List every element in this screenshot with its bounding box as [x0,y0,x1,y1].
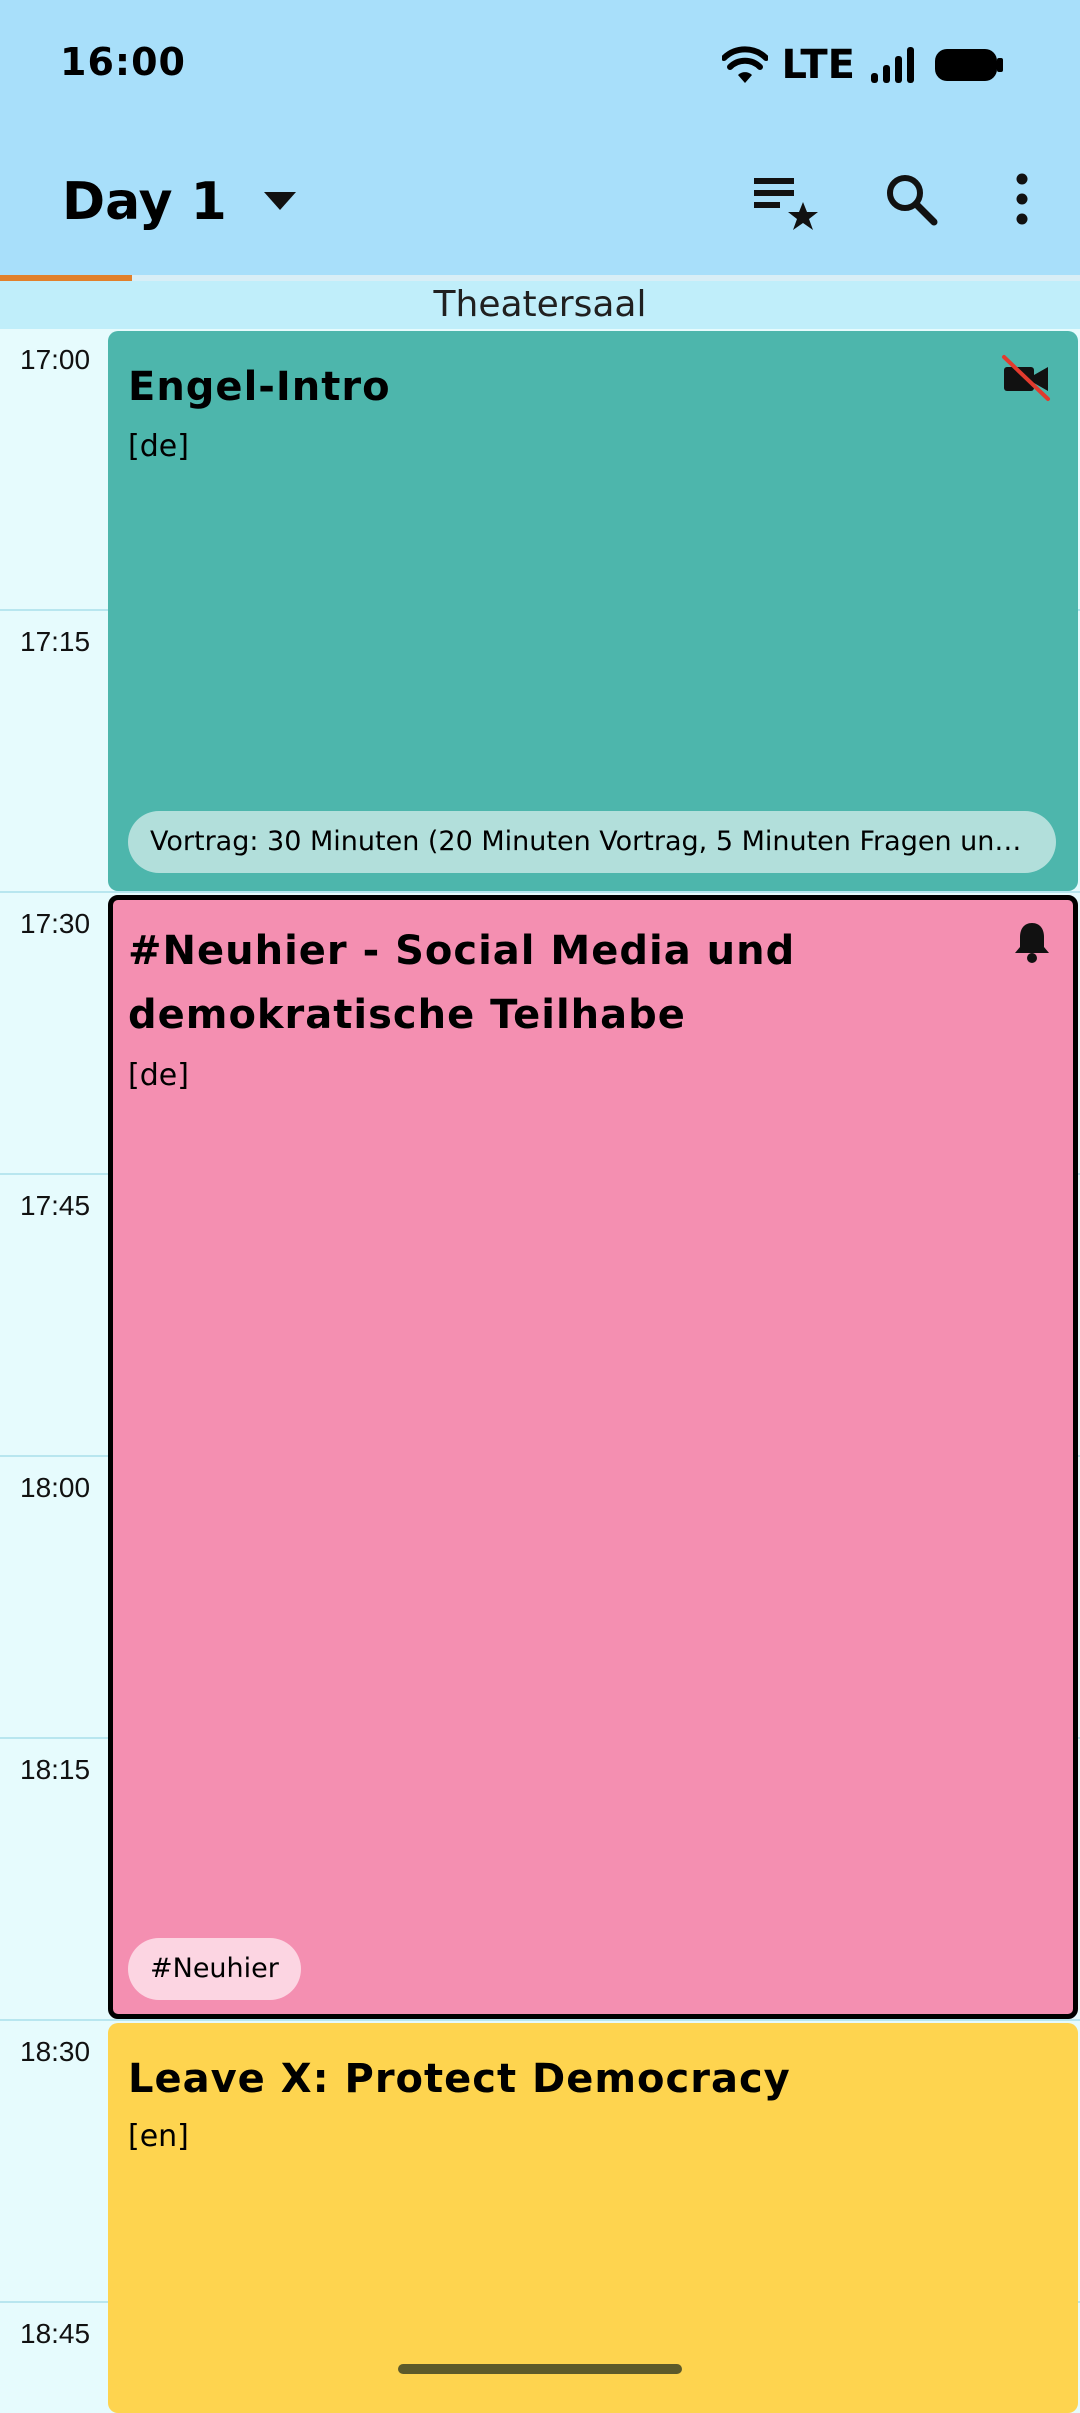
status-time: 16:00 [60,40,186,84]
network-type: LTE [781,42,855,88]
home-indicator[interactable] [398,2364,682,2374]
event-title: Leave X: Protect Democracy [128,2056,791,2102]
event-title: Engel-Intro [128,364,391,410]
event-language: [de] [128,429,189,464]
bell-icon [1015,923,1049,963]
wifi-icon [721,46,768,83]
time-label: 17:45 [20,1190,91,1221]
room-header: Theatersaal [0,281,1080,329]
dropdown-icon[interactable] [262,190,298,212]
event-title: #Neuhier - Social Media und demokratisch… [128,928,796,1038]
event-language: [en] [128,2119,189,2154]
event-card[interactable]: #Neuhier - Social Media und demokratisch… [108,895,1078,2019]
more-options-icon[interactable] [1012,172,1032,228]
time-label: 18:30 [20,2036,91,2067]
grid-line [0,891,1080,893]
time-label: 17:00 [20,344,91,375]
no-video-icon [1002,355,1050,401]
status-icons: LTE [721,40,1005,90]
status-bar: 16:00 LTE [0,0,1080,130]
event-track-chip: #Neuhier [128,1938,301,2000]
signal-icon [871,47,914,83]
battery-icon [935,49,1003,81]
time-label: 18:00 [20,1472,91,1503]
grid-line [0,2019,1080,2021]
app-bar: Day 1 [0,130,1080,275]
day-title[interactable]: Day 1 [62,172,227,232]
event-card[interactable]: Leave X: Protect Democracy [en] [108,2023,1078,2413]
time-label: 17:30 [20,908,91,939]
time-label: 18:15 [20,1754,91,1785]
event-card[interactable]: Engel-Intro [de] Vortrag: 30 Minuten (20… [108,331,1078,891]
starred-list-icon[interactable] [752,172,822,232]
time-label: 18:45 [20,2318,91,2349]
time-label: 17:15 [20,626,91,657]
event-session-type-chip: Vortrag: 30 Minuten (20 Minuten Vortrag,… [128,811,1056,873]
search-icon[interactable] [884,172,940,228]
event-language: [de] [128,1058,189,1093]
